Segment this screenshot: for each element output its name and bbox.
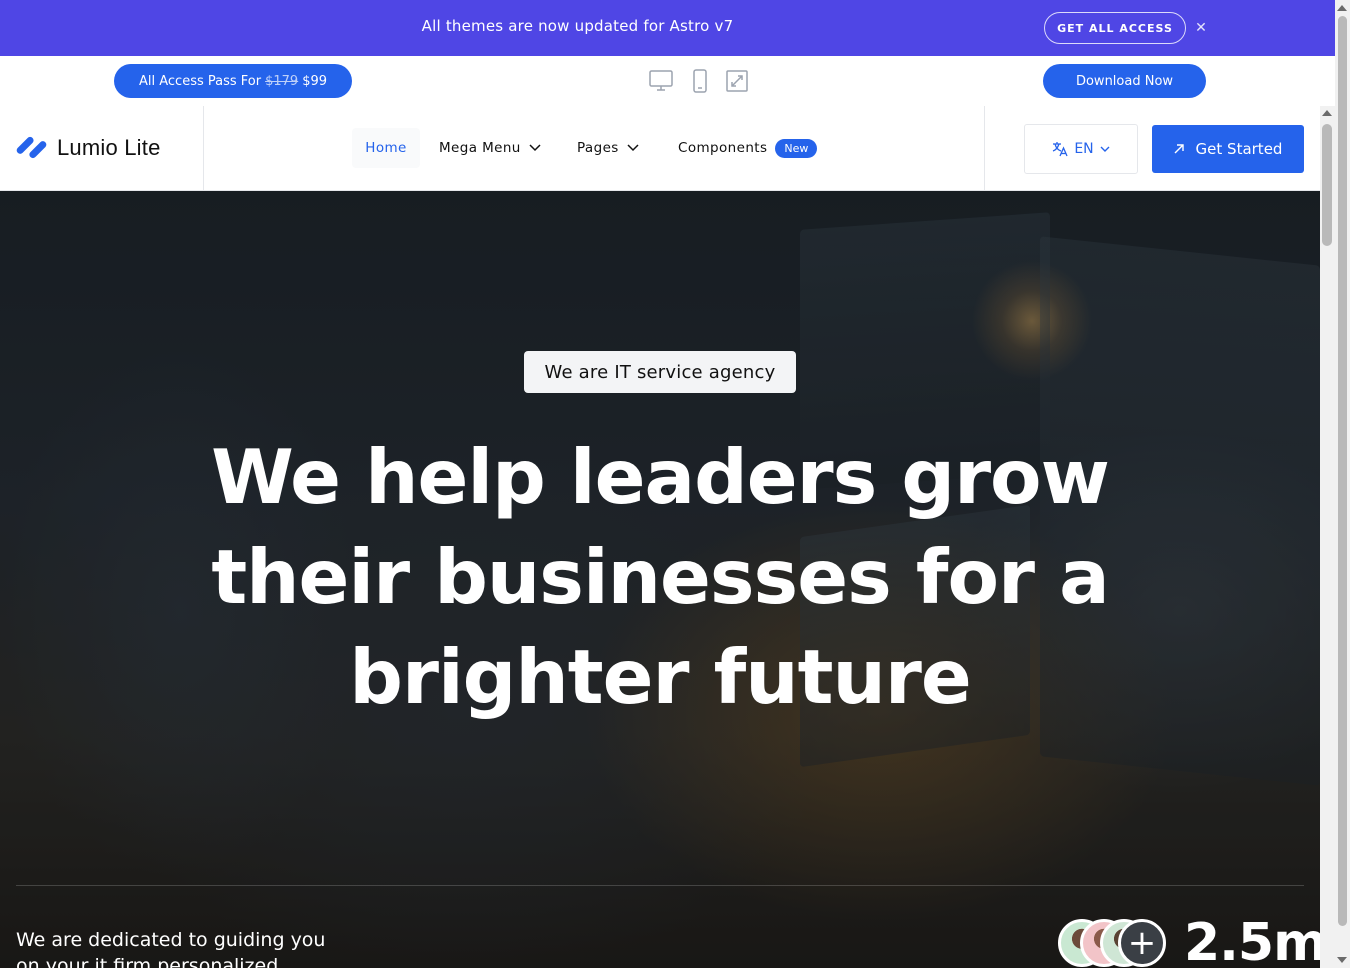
inner-scrollbar-thumb[interactable] (1322, 124, 1332, 246)
language-label: EN (1074, 141, 1094, 157)
chevron-down-icon (1100, 146, 1110, 152)
stat-value: 2.5m (1184, 913, 1320, 968)
desktop-icon[interactable] (648, 69, 674, 93)
nav-mega-menu[interactable]: Mega Menu (439, 128, 541, 168)
logo-text: Lumio Lite (57, 134, 161, 160)
hero-headline: We help leaders grow their businesses fo… (211, 433, 1110, 721)
hero-badge: We are IT service agency (524, 351, 796, 393)
arrow-up-right-icon (1174, 144, 1184, 154)
logo[interactable]: Lumio Lite (16, 132, 161, 163)
chevron-down-icon (529, 144, 541, 152)
outer-scrollbar-thumb[interactable] (1338, 16, 1347, 926)
scroll-up-arrow-icon[interactable] (1322, 110, 1332, 116)
nav-mega-menu-label: Mega Menu (439, 140, 521, 156)
announcement-text: All themes are now updated for Astro v7 (421, 17, 734, 35)
download-now-button[interactable]: Download Now (1043, 64, 1206, 98)
fullscreen-icon[interactable] (726, 69, 748, 93)
scroll-up-arrow-icon[interactable] (1337, 5, 1347, 11)
nav-pages[interactable]: Pages (577, 128, 639, 168)
new-badge: New (775, 138, 818, 158)
translate-icon (1053, 142, 1068, 157)
scroll-down-arrow-icon[interactable] (1337, 957, 1347, 963)
nav-pages-label: Pages (577, 140, 619, 156)
chevron-down-icon (627, 144, 639, 152)
hero-section: We are IT service agency We help leaders… (0, 191, 1320, 968)
language-selector[interactable]: EN (1024, 124, 1138, 174)
get-all-access-button[interactable]: GET ALL ACCESS (1044, 12, 1186, 44)
avatar-group: + (1058, 919, 1168, 968)
plus-icon: + (1118, 919, 1166, 967)
logo-icon (16, 136, 47, 159)
divider (984, 106, 985, 191)
pass-new-price: $99 (302, 73, 328, 89)
nav-home-label: Home (365, 140, 407, 156)
get-started-button[interactable]: Get Started (1152, 125, 1304, 173)
divider (203, 106, 204, 191)
nav-components[interactable]: Components New (678, 128, 818, 168)
close-icon[interactable]: ✕ (1194, 18, 1208, 38)
nav-home[interactable]: Home (352, 128, 420, 168)
announcement-bar: All themes are now updated for Astro v7 … (0, 0, 1335, 56)
demo-toolbar: All Access Pass For $179 $99 Download No… (0, 56, 1335, 106)
mobile-icon[interactable] (691, 69, 709, 93)
nav-components-label: Components (678, 140, 768, 156)
pass-label: All Access Pass For (138, 73, 262, 89)
all-access-pass-button[interactable]: All Access Pass For $179 $99 (114, 64, 352, 98)
divider (16, 885, 1304, 886)
hero-subtext: We are dedicated to guiding you on your … (16, 929, 326, 968)
pass-old-price: $179 (265, 73, 299, 89)
site-header: Lumio Lite Home Mega Menu Pages Componen… (0, 106, 1320, 191)
get-started-label: Get Started (1195, 140, 1283, 158)
